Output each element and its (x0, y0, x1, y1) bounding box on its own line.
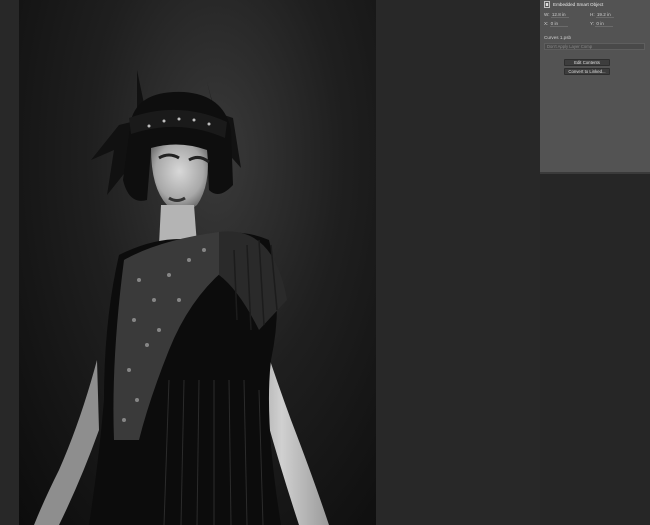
panel-header: Embedded Smart Object (544, 0, 603, 9)
width-label: W: (544, 12, 550, 17)
width-value[interactable]: 12.8 in (550, 12, 569, 18)
y-field[interactable]: Y: 0 in (590, 21, 614, 27)
properties-panel: Embedded Smart Object W: 12.8 in H: 19.2… (540, 0, 650, 174)
document-canvas[interactable] (0, 0, 540, 525)
x-value[interactable]: 0 in (549, 21, 568, 27)
height-field[interactable]: H: 19.2 in (590, 12, 614, 18)
portrait-image (34, 70, 329, 525)
x-field[interactable]: X: 0 in (544, 21, 568, 27)
y-label: Y: (590, 21, 595, 26)
canvas-image[interactable] (19, 0, 376, 525)
smart-object-icon (544, 1, 550, 8)
layer-type-label: Embedded Smart Object (553, 2, 604, 7)
convert-to-linked-button[interactable]: Convert to Linked... (564, 68, 610, 75)
edit-contents-button[interactable]: Edit Contents (564, 59, 610, 66)
height-value[interactable]: 19.2 in (595, 12, 614, 18)
y-value[interactable]: 0 in (595, 21, 614, 27)
width-field[interactable]: W: 12.8 in (544, 12, 569, 18)
x-label: X: (544, 21, 549, 26)
layer-comp-dropdown[interactable]: Don't Apply Layer Comp (544, 43, 645, 50)
file-name-label: Curves 1.psb (544, 35, 572, 40)
height-label: H: (590, 12, 595, 17)
